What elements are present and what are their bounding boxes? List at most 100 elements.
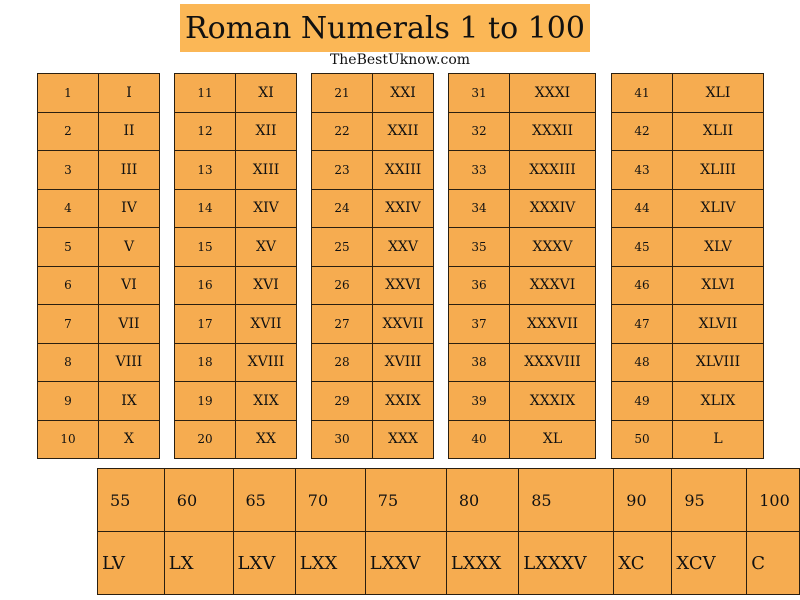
roman-numeral: XXII — [372, 111, 434, 151]
arabic-number: 1 — [37, 73, 99, 113]
roman-numeral: XXIX — [372, 381, 434, 421]
roman-numeral: XXXIV — [509, 188, 596, 228]
table-row: 30 XXX — [311, 419, 434, 459]
arabic-number: 6 — [37, 265, 99, 305]
arabic-number: 25 — [311, 227, 373, 267]
arabic-number: 48 — [611, 342, 673, 382]
roman-numeral: XIV — [235, 188, 297, 228]
roman-numeral: XLVI — [672, 265, 764, 305]
table-row: 50 L — [611, 419, 764, 459]
arabic-number: 9 — [37, 381, 99, 421]
numeral-table-5: 41 XLI 42 XLII 43 XLIII 44 XLIV 45 XLV 46 XLVI 47 XLV… — [611, 73, 764, 459]
arabic-number: 29 — [311, 381, 373, 421]
arabic-number: 34 — [448, 188, 510, 228]
arabic-number: 12 — [174, 111, 236, 151]
table-row: 26 XXVI — [311, 265, 434, 305]
roman-numeral: VII — [98, 304, 160, 344]
roman-numeral: XI — [235, 73, 297, 113]
arabic-number: 3 — [37, 150, 99, 190]
arabic-number: 44 — [611, 188, 673, 228]
roman-numeral: XLV — [672, 227, 764, 267]
numeral-table-4: 31 XXXI 32 XXXII 33 XXXIII 34 XXXIV 35 XXXV 36 XXXV… — [448, 73, 596, 459]
roman-numeral: XLI — [672, 73, 764, 113]
roman-numeral: IX — [98, 381, 160, 421]
table-row: 46 XLVI — [611, 265, 764, 305]
arabic-number: 5 — [37, 227, 99, 267]
table-row: 37 XXXVII — [448, 304, 596, 344]
arabic-number: 42 — [611, 111, 673, 151]
table-row: 11 XI — [174, 73, 297, 113]
table-row: 39 XXXIX — [448, 381, 596, 421]
roman-numeral: XV — [235, 227, 297, 267]
table-row: 1I — [37, 73, 160, 113]
table-row: 20 XX — [174, 419, 297, 459]
table-row: 35 XXXV — [448, 227, 596, 267]
roman-numeral: LXV — [232, 531, 296, 595]
arabic-number: 4 — [37, 188, 99, 228]
roman-numeral: XLIX — [672, 381, 764, 421]
arabic-number: 45 — [611, 227, 673, 267]
roman-numeral: X — [98, 419, 160, 459]
roman-numeral: VI — [98, 265, 160, 305]
arabic-number: 23 — [311, 150, 373, 190]
table-row: 18 XVIII — [174, 342, 297, 382]
arabic-number: 10 — [37, 419, 99, 459]
page-title: Roman Numerals 1 to 100 — [180, 4, 590, 52]
table-row: 33 XXXIII — [448, 150, 596, 190]
table-row: 22 XXII — [311, 111, 434, 151]
roman-numeral: XXIV — [372, 188, 434, 228]
roman-numeral: L — [672, 419, 764, 459]
arabic-number: 33 — [448, 150, 510, 190]
roman-numeral: LXXX — [445, 531, 520, 595]
romans-row: LV LX LXV LXX LXXV LXXX LXXXV XC XCV C — [97, 531, 800, 595]
arabic-number: 11 — [174, 73, 236, 113]
roman-numeral: XLIV — [672, 188, 764, 228]
table-row: 6 VI — [37, 265, 160, 305]
table-row: 49 XLIX — [611, 381, 764, 421]
arabic-number: 35 — [448, 227, 510, 267]
arabic-number: 14 — [174, 188, 236, 228]
roman-numeral: LXXV — [364, 531, 447, 595]
arabic-number: 31 — [448, 73, 510, 113]
roman-numeral: XLIII — [672, 150, 764, 190]
arabic-number: 50 — [611, 419, 673, 459]
table-row: 2 II — [37, 111, 160, 151]
arabic-number: 18 — [174, 342, 236, 382]
table-row: 7 VII — [37, 304, 160, 344]
table-row: 28 XVIII — [311, 342, 434, 382]
table-row: 47 XLVII — [611, 304, 764, 344]
roman-numeral: XLII — [672, 111, 764, 151]
table-row: 31 XXXI — [448, 73, 596, 113]
arabic-number: 15 — [174, 227, 236, 267]
table-row: 34 XXXIV — [448, 188, 596, 228]
arabic-number: 30 — [311, 419, 373, 459]
arabic-number: 19 — [174, 381, 236, 421]
arabic-number: 2 — [37, 111, 99, 151]
table-row: 24 XXIV — [311, 188, 434, 228]
arabic-number: 70 — [294, 468, 366, 532]
table-row: 27 XXVII — [311, 304, 434, 344]
table-row: 14 XIV — [174, 188, 297, 228]
table-row: 36 XXXVI — [448, 265, 596, 305]
arabic-number: 26 — [311, 265, 373, 305]
arabic-number: 36 — [448, 265, 510, 305]
roman-numeral: XC — [613, 531, 673, 595]
table-row: 10 X — [37, 419, 160, 459]
table-row: 43 XLIII — [611, 150, 764, 190]
numeral-table-2: 11 XI 12 XII 13 XIII 14 XIV 15 XV 16 XVI 17 XVII 18 XVI… — [174, 73, 297, 459]
roman-numeral: I — [98, 73, 160, 113]
arabic-number: 90 — [613, 468, 673, 532]
arabic-number: 60 — [163, 468, 234, 532]
table-row: 3 III — [37, 150, 160, 190]
roman-numeral: XLVII — [672, 304, 764, 344]
roman-numeral: LXX — [294, 531, 366, 595]
numeral-table-3: 21 XXI 22 XXII 23 XXIII 24 XXIV 25 XXV 26 XXVI 27 XXV… — [311, 73, 434, 459]
arabic-number: 8 — [37, 342, 99, 382]
arabic-number: 43 — [611, 150, 673, 190]
roman-numeral: XIX — [235, 381, 297, 421]
table-row: 13 XIII — [174, 150, 297, 190]
table-row: 15 XV — [174, 227, 297, 267]
roman-numeral: XCV — [671, 531, 748, 595]
table-row: 29 XXIX — [311, 381, 434, 421]
roman-numeral: IV — [98, 188, 160, 228]
